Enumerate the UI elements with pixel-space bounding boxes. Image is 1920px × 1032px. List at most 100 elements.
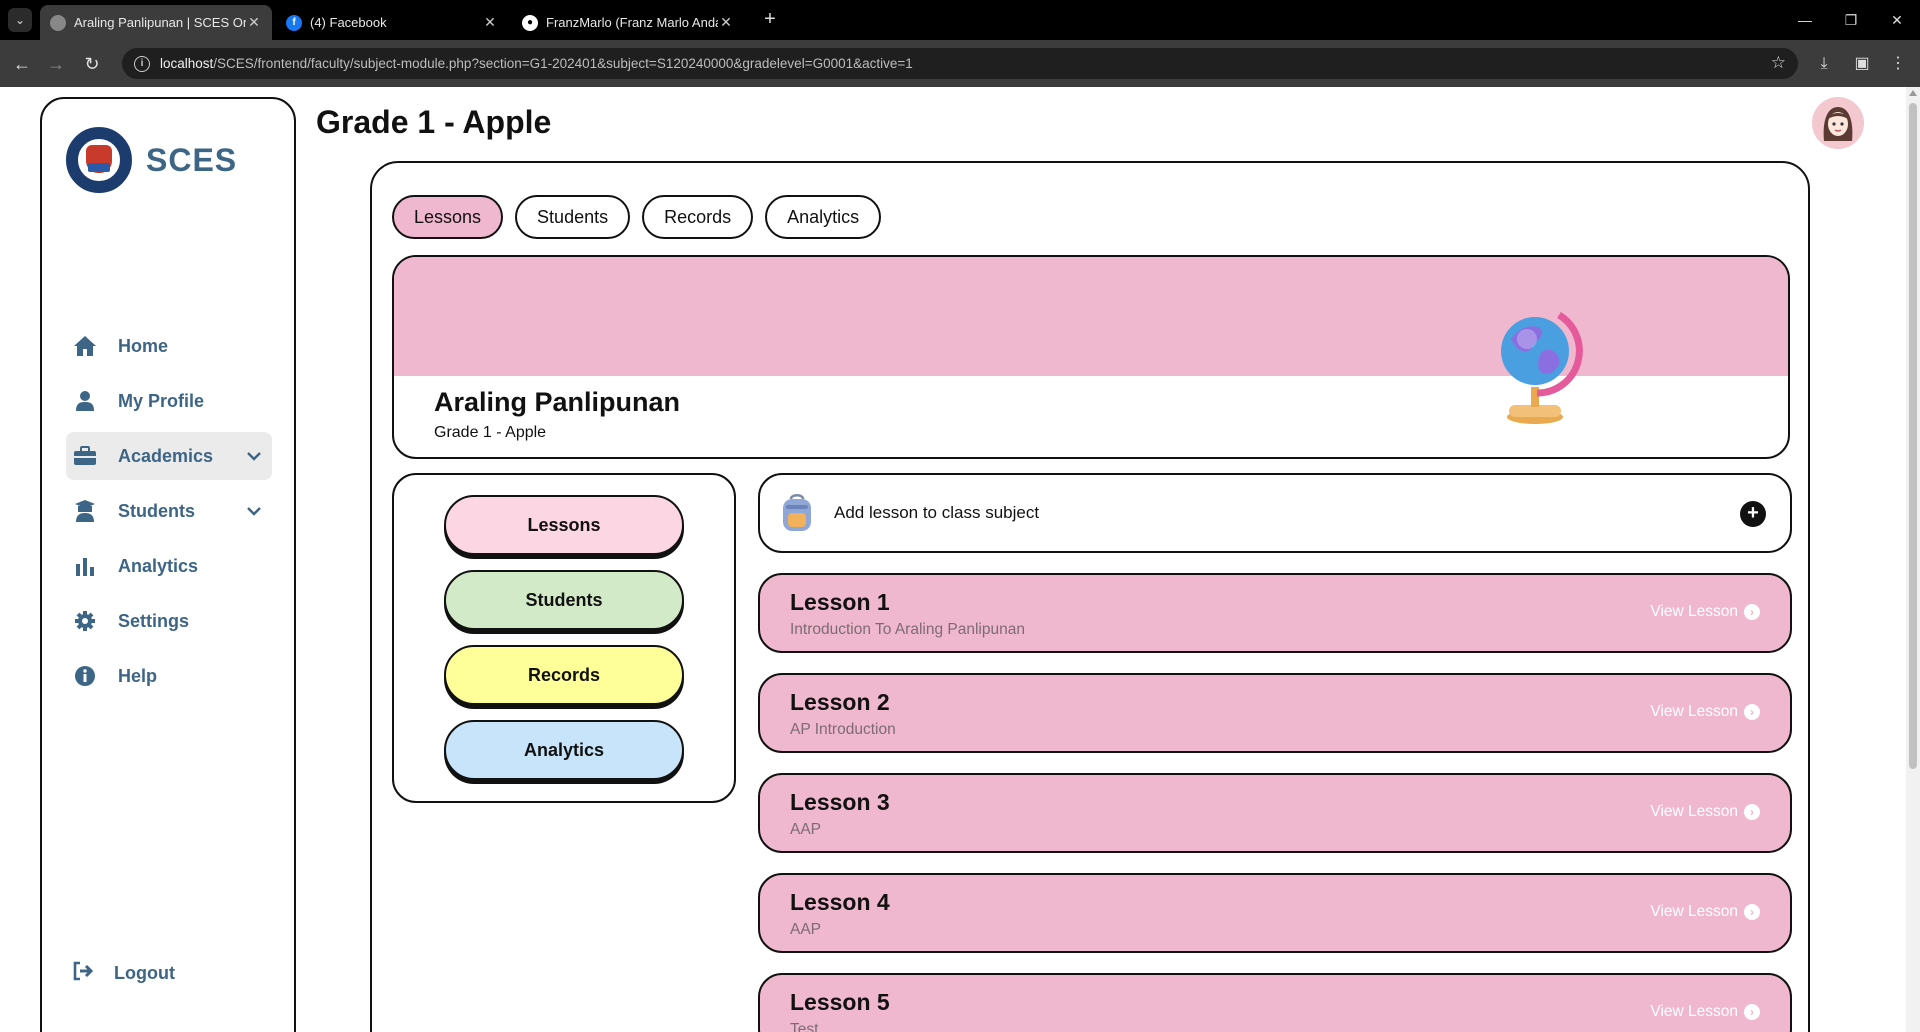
sidebar-item-label: Analytics xyxy=(118,555,199,576)
restore-icon[interactable]: ❐ xyxy=(1828,0,1874,40)
scroll-up-icon[interactable] xyxy=(1909,90,1917,96)
quick-lessons-button[interactable]: Lessons xyxy=(444,495,684,555)
chevron-right-icon: › xyxy=(1744,1004,1760,1020)
brand-name: SCES xyxy=(146,141,238,178)
tab-title: (4) Facebook xyxy=(310,15,387,30)
avatar[interactable] xyxy=(1812,97,1864,149)
tab-records[interactable]: Records xyxy=(642,195,754,239)
sidebar-nav: Home My Profile Academics Students Analy… xyxy=(66,322,272,707)
tab-title: FranzMarlo (Franz Marlo Andal) xyxy=(546,15,718,30)
quick-students-button[interactable]: Students xyxy=(444,570,684,630)
browser-tab-sces[interactable]: Araling Panlipunan | SCES Online ✕ xyxy=(40,5,272,40)
tab-lessons[interactable]: Lessons xyxy=(392,195,504,239)
bookmark-star-icon[interactable]: ☆ xyxy=(1771,53,1786,73)
sidebar-item-analytics[interactable]: Analytics xyxy=(66,542,272,590)
quick-analytics-button[interactable]: Analytics xyxy=(444,720,684,780)
section-name: Grade 1 - Apple xyxy=(434,424,547,441)
backpack-icon xyxy=(783,494,811,531)
subject-tabs: Lessons Students Records Analytics xyxy=(392,195,893,239)
view-lesson-link[interactable]: View Lesson › xyxy=(1650,903,1760,921)
view-lesson-link[interactable]: View Lesson › xyxy=(1650,603,1760,621)
quick-nav-box: Lessons Students Records Analytics xyxy=(392,473,736,803)
scrollbar-thumb[interactable] xyxy=(1909,103,1917,769)
sidebar-item-students[interactable]: Students xyxy=(66,487,272,535)
tab-students[interactable]: Students xyxy=(515,195,631,239)
lesson-card-2[interactable]: Lesson 2 AP Introduction View Lesson › xyxy=(758,673,1792,753)
home-icon xyxy=(72,333,98,359)
lesson-title: Lesson 3 xyxy=(790,789,890,815)
page-scrollbar[interactable] xyxy=(1906,87,1920,1032)
profile-icon[interactable]: ▣ xyxy=(1850,52,1874,76)
add-lesson-label: Add lesson to class subject xyxy=(834,503,1040,522)
sidebar-item-my-profile[interactable]: My Profile xyxy=(66,377,272,425)
sidebar-item-settings[interactable]: Settings xyxy=(66,597,272,645)
lesson-card-4[interactable]: Lesson 4 AAP View Lesson › xyxy=(758,873,1792,953)
minimize-icon[interactable]: — xyxy=(1782,0,1828,40)
sidebar-item-home[interactable]: Home xyxy=(66,322,272,370)
close-tab-icon[interactable]: ✕ xyxy=(482,14,498,31)
close-tab-icon[interactable]: ✕ xyxy=(718,14,734,31)
tab-search-button[interactable]: ⌄ xyxy=(8,8,32,32)
view-lesson-link[interactable]: View Lesson › xyxy=(1650,1003,1760,1021)
gear-icon xyxy=(72,608,98,634)
back-icon[interactable]: ← xyxy=(10,52,34,76)
quick-records-button[interactable]: Records xyxy=(444,645,684,705)
github-icon: ● xyxy=(522,14,538,31)
lesson-card-5[interactable]: Lesson 5 Test View Lesson › xyxy=(758,973,1792,1032)
info-icon xyxy=(72,663,98,689)
lesson-title: Lesson 2 xyxy=(790,689,890,715)
reload-icon[interactable]: ↻ xyxy=(80,52,104,76)
bar-chart-icon xyxy=(72,553,98,579)
browser-tab-facebook[interactable]: f (4) Facebook ✕ xyxy=(276,5,508,40)
subject-name: Araling Panlipunan xyxy=(434,387,681,417)
lesson-card-3[interactable]: Lesson 3 AAP View Lesson › xyxy=(758,773,1792,853)
page-title: Grade 1 - Apple xyxy=(316,104,552,140)
sidebar-item-academics[interactable]: Academics xyxy=(66,432,272,480)
sidebar-item-help[interactable]: Help xyxy=(66,652,272,700)
view-lesson-label: View Lesson xyxy=(1650,803,1738,820)
new-tab-button[interactable]: + xyxy=(758,8,782,32)
browser-tab-github[interactable]: ● FranzMarlo (Franz Marlo Andal) ✕ xyxy=(512,5,744,40)
sidebar-item-label: Academics xyxy=(118,445,214,466)
sces-favicon-icon xyxy=(50,14,66,31)
view-lesson-link[interactable]: View Lesson › xyxy=(1650,803,1760,821)
tab-analytics[interactable]: Analytics xyxy=(765,195,882,239)
facebook-icon: f xyxy=(286,14,302,31)
view-lesson-label: View Lesson xyxy=(1650,1003,1738,1020)
browser-tab-bar: ⌄ Araling Panlipunan | SCES Online ✕ f (… xyxy=(0,0,1920,40)
subject-banner: Araling Panlipunan Grade 1 - Apple xyxy=(392,255,1790,459)
chevron-down-icon[interactable] xyxy=(244,446,264,466)
lesson-title: Lesson 5 xyxy=(790,989,890,1015)
chevron-down-icon[interactable] xyxy=(244,501,264,521)
add-lesson-plus-icon[interactable]: + xyxy=(1740,501,1766,527)
sidebar-item-label: Students xyxy=(118,500,196,521)
sidebar-item-label: Settings xyxy=(118,610,190,631)
browser-toolbar: ← → ↻ i localhost/SCES/frontend/faculty/… xyxy=(0,40,1920,87)
lesson-description: AAP xyxy=(790,821,822,838)
forward-icon[interactable]: → xyxy=(44,52,68,76)
download-icon[interactable]: ⤓ xyxy=(1812,52,1836,76)
subject-panel: Lessons Students Records Analytics Arali… xyxy=(370,161,1810,1032)
brand[interactable]: SCES xyxy=(66,127,237,193)
sidebar-item-label: My Profile xyxy=(118,390,205,411)
sidebar: SCES Home My Profile Academics Students … xyxy=(40,97,296,1032)
close-window-icon[interactable]: ✕ xyxy=(1874,0,1920,40)
site-info-icon[interactable]: i xyxy=(134,55,150,72)
add-lesson-row[interactable]: Add lesson to class subject + xyxy=(758,473,1792,553)
logout-label: Logout xyxy=(114,963,175,983)
address-bar[interactable]: i localhost/SCES/frontend/faculty/subjec… xyxy=(122,48,1798,79)
view-lesson-link[interactable]: View Lesson › xyxy=(1650,703,1760,721)
close-tab-icon[interactable]: ✕ xyxy=(246,14,262,31)
lesson-description: Test xyxy=(790,1021,819,1032)
browser-menu-icon[interactable]: ⋮ xyxy=(1886,52,1910,76)
lesson-title: Lesson 1 xyxy=(790,589,890,615)
view-lesson-label: View Lesson xyxy=(1650,603,1738,620)
briefcase-icon xyxy=(72,443,98,469)
graduate-icon xyxy=(72,498,98,524)
chevron-right-icon: › xyxy=(1744,604,1760,620)
logout-button[interactable]: Logout xyxy=(72,961,175,986)
chevron-right-icon: › xyxy=(1744,904,1760,920)
view-lesson-label: View Lesson xyxy=(1650,703,1738,720)
chevron-right-icon: › xyxy=(1744,704,1760,720)
lesson-card-1[interactable]: Lesson 1 Introduction To Araling Panlipu… xyxy=(758,573,1792,653)
